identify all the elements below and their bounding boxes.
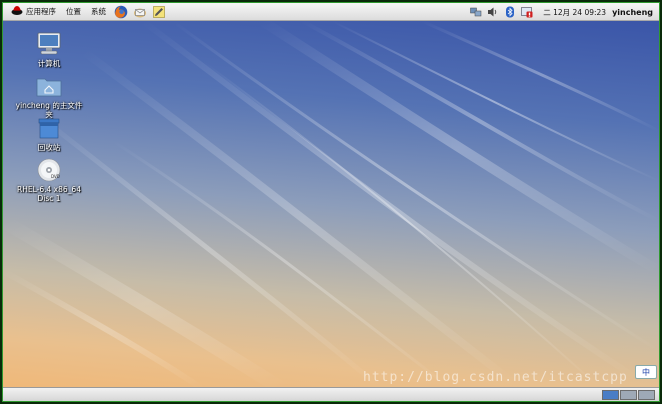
bottom-panel [3,387,659,401]
trash-icon [36,115,62,141]
wallpaper-streaks [3,21,659,389]
menu-places-label: 位置 [66,7,81,16]
desktop-icon-label: RHEL-6.4 x86_64 Disc 1 [17,185,81,203]
network-icon[interactable] [469,6,482,18]
desktop-icon-trash[interactable]: 回收站 [14,115,84,152]
bluetooth-icon[interactable] [504,6,516,18]
notes-icon[interactable] [151,4,166,19]
menu-applications[interactable]: 应用程序 [6,3,61,21]
screen-frame: 应用程序 位置 系统 二 12月 24 09:23 yincheng 计算机 y… [2,2,660,402]
workspace-2[interactable] [620,390,637,400]
desktop-background[interactable]: 计算机 yincheng 的主文件夹 回收站 DVD RHEL-6.4 x86_… [3,21,659,389]
firefox-icon[interactable] [113,4,128,19]
user-name[interactable]: yincheng [612,8,659,17]
workspace-switcher [601,390,655,400]
clock[interactable]: 二 12月 24 09:23 [543,7,606,18]
dvd-icon: DVD [36,157,62,183]
computer-icon [36,31,62,57]
desktop-icon-label: 回收站 [37,143,61,152]
menu-places[interactable]: 位置 [61,3,86,21]
desktop-icon-label: 计算机 [37,59,61,68]
desktop-icon-dvd[interactable]: DVD RHEL-6.4 x86_64 Disc 1 [14,157,84,203]
workspace-3[interactable] [638,390,655,400]
volume-icon[interactable] [487,6,499,18]
mail-icon[interactable] [132,4,147,19]
update-icon[interactable] [520,6,533,18]
menu-applications-label: 应用程序 [26,7,56,16]
desktop-icon-home[interactable]: yincheng 的主文件夹 [14,73,84,119]
svg-text:DVD: DVD [51,174,60,179]
menu-system-label: 系统 [91,7,106,16]
desktop-icon-computer[interactable]: 计算机 [14,31,84,68]
home-folder-icon [36,73,62,99]
watermark-text: http://blog.csdn.net/itcastcpp [363,370,628,385]
top-panel: 应用程序 位置 系统 二 12月 24 09:23 yincheng [3,3,659,21]
system-tray: 二 12月 24 09:23 yincheng [467,3,659,21]
redhat-icon [11,5,23,18]
ime-label: 中 [642,367,650,377]
workspace-1[interactable] [602,390,619,400]
menu-system[interactable]: 系统 [86,3,111,21]
input-method-indicator[interactable]: 中 [635,365,657,379]
